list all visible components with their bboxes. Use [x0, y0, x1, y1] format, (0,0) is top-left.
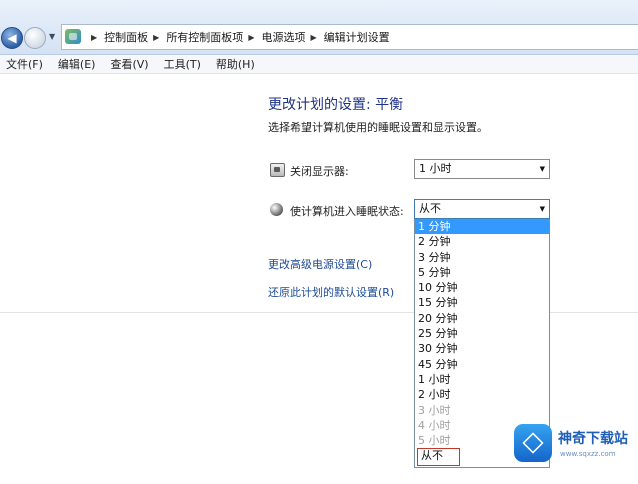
dropdown-option[interactable]: 20 分钟: [415, 311, 549, 326]
chevron-down-icon: ▼: [539, 205, 545, 213]
watermark-title: 神奇下载站: [558, 431, 628, 447]
dropdown-option[interactable]: 10 分钟: [415, 280, 549, 295]
display-off-select[interactable]: 1 小时 ▼: [414, 159, 550, 179]
sleep-value: 从不: [419, 202, 441, 215]
dropdown-option[interactable]: 1 分钟: [415, 219, 549, 235]
dropdown-option[interactable]: 1 小时: [415, 372, 549, 387]
dropdown-option-never[interactable]: 从不: [417, 448, 460, 466]
dropdown-option[interactable]: 30 分钟: [415, 341, 549, 356]
menu-bar: 文件(F) 编辑(E) 查看(V) 工具(T) 帮助(H): [0, 55, 638, 74]
dropdown-option[interactable]: 5 分钟: [415, 265, 549, 280]
address-bar: ◀ ▼ ▶ 控制面板 ▶ 所有控制面板项 ▶ 电源选项 ▶ 编辑计划设置: [0, 0, 638, 55]
chevron-right-icon[interactable]: ▶: [91, 33, 97, 42]
watermark-logo-icon: [514, 424, 552, 462]
breadcrumb[interactable]: ▶ 控制面板 ▶ 所有控制面板项 ▶ 电源选项 ▶ 编辑计划设置: [61, 24, 638, 50]
menu-tools[interactable]: 工具(T): [164, 56, 201, 72]
breadcrumb-power-options[interactable]: 电源选项: [261, 29, 305, 45]
watermark-url: www.sqxzz.com: [560, 450, 616, 458]
chevron-down-icon: ▼: [539, 165, 545, 173]
dropdown-option[interactable]: 2 分钟: [415, 234, 549, 249]
sleep-label: 使计算机进入睡眠状态:: [290, 205, 404, 218]
history-dropdown-icon[interactable]: ▼: [49, 31, 59, 43]
dropdown-option[interactable]: 25 分钟: [415, 326, 549, 341]
sleep-select[interactable]: 从不 ▼: [414, 199, 550, 219]
forward-button[interactable]: [24, 27, 46, 49]
dropdown-option[interactable]: 3 小时: [415, 403, 549, 418]
display-off-value: 1 小时: [419, 162, 452, 175]
dropdown-option[interactable]: 15 分钟: [415, 295, 549, 310]
page-title: 更改计划的设置: 平衡: [268, 97, 404, 113]
dropdown-option[interactable]: 2 小时: [415, 387, 549, 402]
menu-help[interactable]: 帮助(H): [216, 56, 255, 72]
sleep-icon: [270, 203, 283, 216]
page-description: 选择希望计算机使用的睡眠设置和显示设置。: [268, 121, 488, 134]
breadcrumb-all-items[interactable]: 所有控制面板项: [166, 29, 243, 45]
back-arrow-icon[interactable]: ◀: [1, 27, 23, 49]
display-off-label: 关闭显示器:: [290, 165, 349, 178]
chevron-right-icon[interactable]: ▶: [153, 33, 159, 42]
breadcrumb-edit-plan[interactable]: 编辑计划设置: [324, 29, 390, 45]
restore-defaults-link[interactable]: 还原此计划的默认设置(R): [268, 284, 394, 300]
menu-file[interactable]: 文件(F): [6, 56, 43, 72]
chevron-right-icon[interactable]: ▶: [248, 33, 254, 42]
dropdown-option[interactable]: 45 分钟: [415, 357, 549, 372]
menu-view[interactable]: 查看(V): [110, 56, 148, 72]
chevron-right-icon[interactable]: ▶: [310, 33, 316, 42]
dropdown-option[interactable]: 3 分钟: [415, 250, 549, 265]
breadcrumb-control-panel[interactable]: 控制面板: [104, 29, 148, 45]
menu-edit[interactable]: 编辑(E): [58, 56, 96, 72]
monitor-icon: [270, 163, 285, 177]
control-panel-icon: [65, 29, 81, 44]
advanced-settings-link[interactable]: 更改高级电源设置(C): [268, 256, 372, 272]
